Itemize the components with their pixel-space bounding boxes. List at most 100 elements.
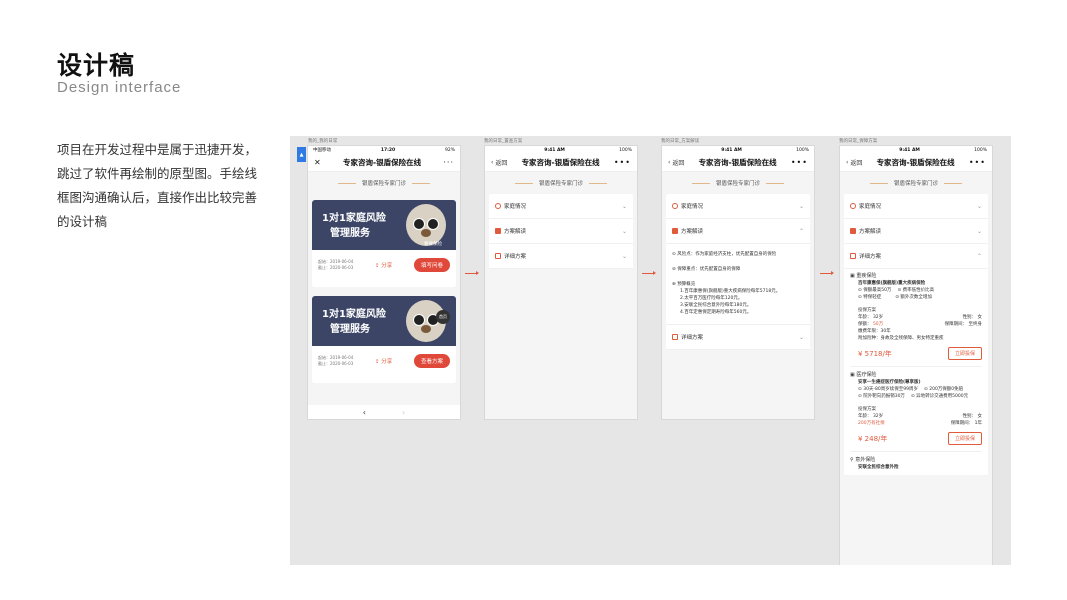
battery: 92% bbox=[444, 147, 455, 153]
end-date: 截止：2020-06-03 bbox=[318, 265, 354, 270]
next-page-icon[interactable]: › bbox=[402, 408, 405, 417]
share-button[interactable]: ⇪ 分享 bbox=[375, 261, 392, 269]
chevron-down-icon: ⌄ bbox=[976, 202, 982, 210]
back-button[interactable]: ‹ 返回 bbox=[491, 158, 507, 167]
clinic-label: 银盾保险专家门诊 bbox=[893, 181, 938, 187]
status-time: 9:41 AM bbox=[721, 147, 742, 153]
battery: 100% bbox=[619, 147, 632, 153]
accordion-label: 详细方案 bbox=[681, 335, 704, 341]
accordion-plan[interactable]: 方案解读 ⌄ bbox=[489, 219, 633, 244]
back-label: 返回 bbox=[850, 160, 863, 167]
service-card[interactable]: 1对1家庭风险 管理服务 首页 起始：2019-06-04 截止：2020-06… bbox=[312, 296, 456, 383]
service-card[interactable]: 1对1家庭风险 管理服务 要要保险 起始：2019-06-04 截止：2020-… bbox=[312, 200, 456, 287]
banner-title: 1对1家庭风险 管理服务 bbox=[322, 307, 386, 337]
period: 保障期间： 至终身 bbox=[945, 321, 982, 328]
feature-row: ⊙ 保额最高50万 ⊙ 费率低性价比高 bbox=[850, 287, 982, 294]
buy-now-button[interactable]: 立即投保 bbox=[947, 432, 982, 445]
feature-row: ⊙ 院外靶向药报销30万 ⊙ 异地转诊交通费用5000元 bbox=[850, 393, 982, 400]
banner-title-line1: 1对1家庭风险 bbox=[322, 309, 386, 320]
phone-plan-interpretation: 9:41 AM 100% ‹ 返回 专家咨询-银盾保险在线 ••• 银盾保险专家… bbox=[661, 145, 815, 420]
more-icon[interactable]: ··· bbox=[443, 158, 454, 167]
back-label: 返回 bbox=[495, 160, 508, 167]
price: ¥ 5718/年 bbox=[858, 349, 892, 358]
mascot-eye bbox=[427, 218, 439, 230]
age-label: 年龄： bbox=[858, 315, 872, 320]
period-label: 保障期间： bbox=[944, 322, 968, 327]
phone-overview: 9:41 AM 100% ‹ 返回 专家咨询-银盾保险在线 ••• 银盾保险专家… bbox=[484, 145, 638, 420]
feature-label: 院外靶向药报销30万 bbox=[863, 394, 905, 399]
fill-questionnaire-button[interactable]: 填写问卷 bbox=[413, 258, 450, 272]
mascot-icon bbox=[406, 204, 446, 246]
plan-row: 年龄： 32岁 性别： 女 bbox=[850, 413, 982, 420]
home-icon[interactable]: 首页 bbox=[436, 310, 450, 324]
clinic-header: 银盾保险专家门诊 bbox=[308, 172, 460, 194]
age-value: 32岁 bbox=[872, 414, 884, 419]
accordion-plan[interactable]: 方案解读 ⌄ bbox=[844, 219, 988, 244]
accordion-detail[interactable]: 详细方案 ⌃ bbox=[844, 244, 988, 269]
accordion-detail[interactable]: 详细方案 ⌄ bbox=[666, 325, 810, 350]
accordion-family[interactable]: 家庭情况 ⌄ bbox=[489, 194, 633, 219]
prev-page-icon[interactable]: ‹ bbox=[363, 408, 366, 417]
carrier: 中国移动 bbox=[313, 148, 331, 153]
more-icon[interactable]: ••• bbox=[614, 158, 631, 167]
flow-arrow-icon bbox=[820, 271, 834, 275]
buy-now-button[interactable]: 立即投保 bbox=[947, 347, 982, 360]
budget-item: 3.安联全民综合意外险每年180元。 bbox=[680, 303, 752, 308]
family-icon bbox=[495, 203, 501, 209]
amount-value: 50万 bbox=[872, 322, 884, 327]
nav-bar: ✕ 专家咨询-银盾保险在线 ··· bbox=[308, 154, 460, 172]
back-button[interactable]: ‹ 返回 bbox=[668, 158, 684, 167]
plan-row: 年龄： 32岁 性别： 女 bbox=[850, 314, 982, 321]
mascot-snout bbox=[421, 325, 431, 333]
close-icon[interactable]: ✕ bbox=[314, 158, 321, 167]
accordion-label: 详细方案 bbox=[504, 254, 527, 260]
phone-detailed-plan: 9:41 AM 100% ‹ 返回 专家咨询-银盾保险在线 ••• 银盾保险专家… bbox=[839, 145, 993, 565]
share-label: 分享 bbox=[381, 359, 393, 365]
clinic-header: 银盾保险专家门诊 bbox=[662, 172, 814, 194]
feature-label: 异地转诊交通费用5000元 bbox=[916, 394, 969, 399]
view-plan-button[interactable]: 查看方案 bbox=[413, 354, 450, 368]
section-medical: ▣ 医疗保险 bbox=[850, 372, 877, 378]
frame-label-4: 我的日常_保障方案 bbox=[839, 139, 878, 144]
divider bbox=[944, 182, 962, 184]
status-time: 9:41 AM bbox=[899, 147, 920, 153]
detail-icon bbox=[850, 253, 856, 259]
accordion-label: 方案解读 bbox=[681, 229, 704, 235]
clinic-label: 银盾保险专家门诊 bbox=[715, 181, 760, 187]
detail-icon bbox=[495, 253, 501, 259]
divider bbox=[589, 182, 607, 184]
age-value: 32岁 bbox=[872, 315, 884, 320]
accordion-label: 家庭情况 bbox=[859, 204, 882, 210]
status-bar: 中国移动 17:20 92% bbox=[308, 146, 460, 154]
accordion-detail[interactable]: 详细方案 ⌄ bbox=[489, 244, 633, 269]
accordion-plan[interactable]: 方案解读 ⌃ bbox=[666, 219, 810, 244]
frame-label-2: 我的日常_置查方案 bbox=[484, 139, 523, 144]
period-value: 1年 bbox=[974, 421, 982, 426]
back-button[interactable]: ‹ 返回 bbox=[846, 158, 862, 167]
status-time: 17:20 bbox=[380, 147, 396, 153]
product-name: 安联全民综合意外险 bbox=[858, 465, 899, 470]
plan-icon bbox=[850, 228, 856, 234]
chevron-down-icon: ⌄ bbox=[621, 252, 627, 260]
feature: ⊙ 200万保额0免赔 bbox=[924, 387, 964, 392]
focus-label: 保障重点：优先配置自身的保障 bbox=[677, 267, 741, 272]
gender: 性别： 女 bbox=[963, 314, 982, 321]
more-icon[interactable]: ••• bbox=[791, 158, 808, 167]
risk-text: ⊙ 风险点：作为家庭经济支柱，优先配置自身的保险 bbox=[672, 252, 777, 257]
budget-title: ⊛ 预算概览 bbox=[672, 282, 696, 287]
clinic-label: 银盾保险专家门诊 bbox=[538, 181, 583, 187]
accordion-family[interactable]: 家庭情况 ⌄ bbox=[666, 194, 810, 219]
more-icon[interactable]: ••• bbox=[969, 158, 986, 167]
feature: ⊙ 保额最高50万 bbox=[858, 288, 892, 293]
feature-row: ⊙ 特保轻症 ⊙ 额外次数全增加 bbox=[850, 294, 982, 301]
product-name: 百年康惠保(旗舰版)重大疾病保险 bbox=[858, 281, 926, 286]
accordion-label: 方案解读 bbox=[859, 229, 882, 235]
feature: ⊙ 异地转诊交通费用5000元 bbox=[910, 394, 969, 399]
accordion: 家庭情况 ⌄ 方案解读 ⌄ 详细方案 ⌄ bbox=[489, 194, 633, 269]
accordion-family[interactable]: 家庭情况 ⌄ bbox=[844, 194, 988, 219]
chevron-down-icon: ⌄ bbox=[798, 333, 804, 341]
share-button[interactable]: ⇪ 分享 bbox=[375, 357, 392, 365]
family-icon bbox=[672, 203, 678, 209]
gender-value: 女 bbox=[977, 315, 983, 320]
accordion-label: 详细方案 bbox=[859, 254, 882, 260]
